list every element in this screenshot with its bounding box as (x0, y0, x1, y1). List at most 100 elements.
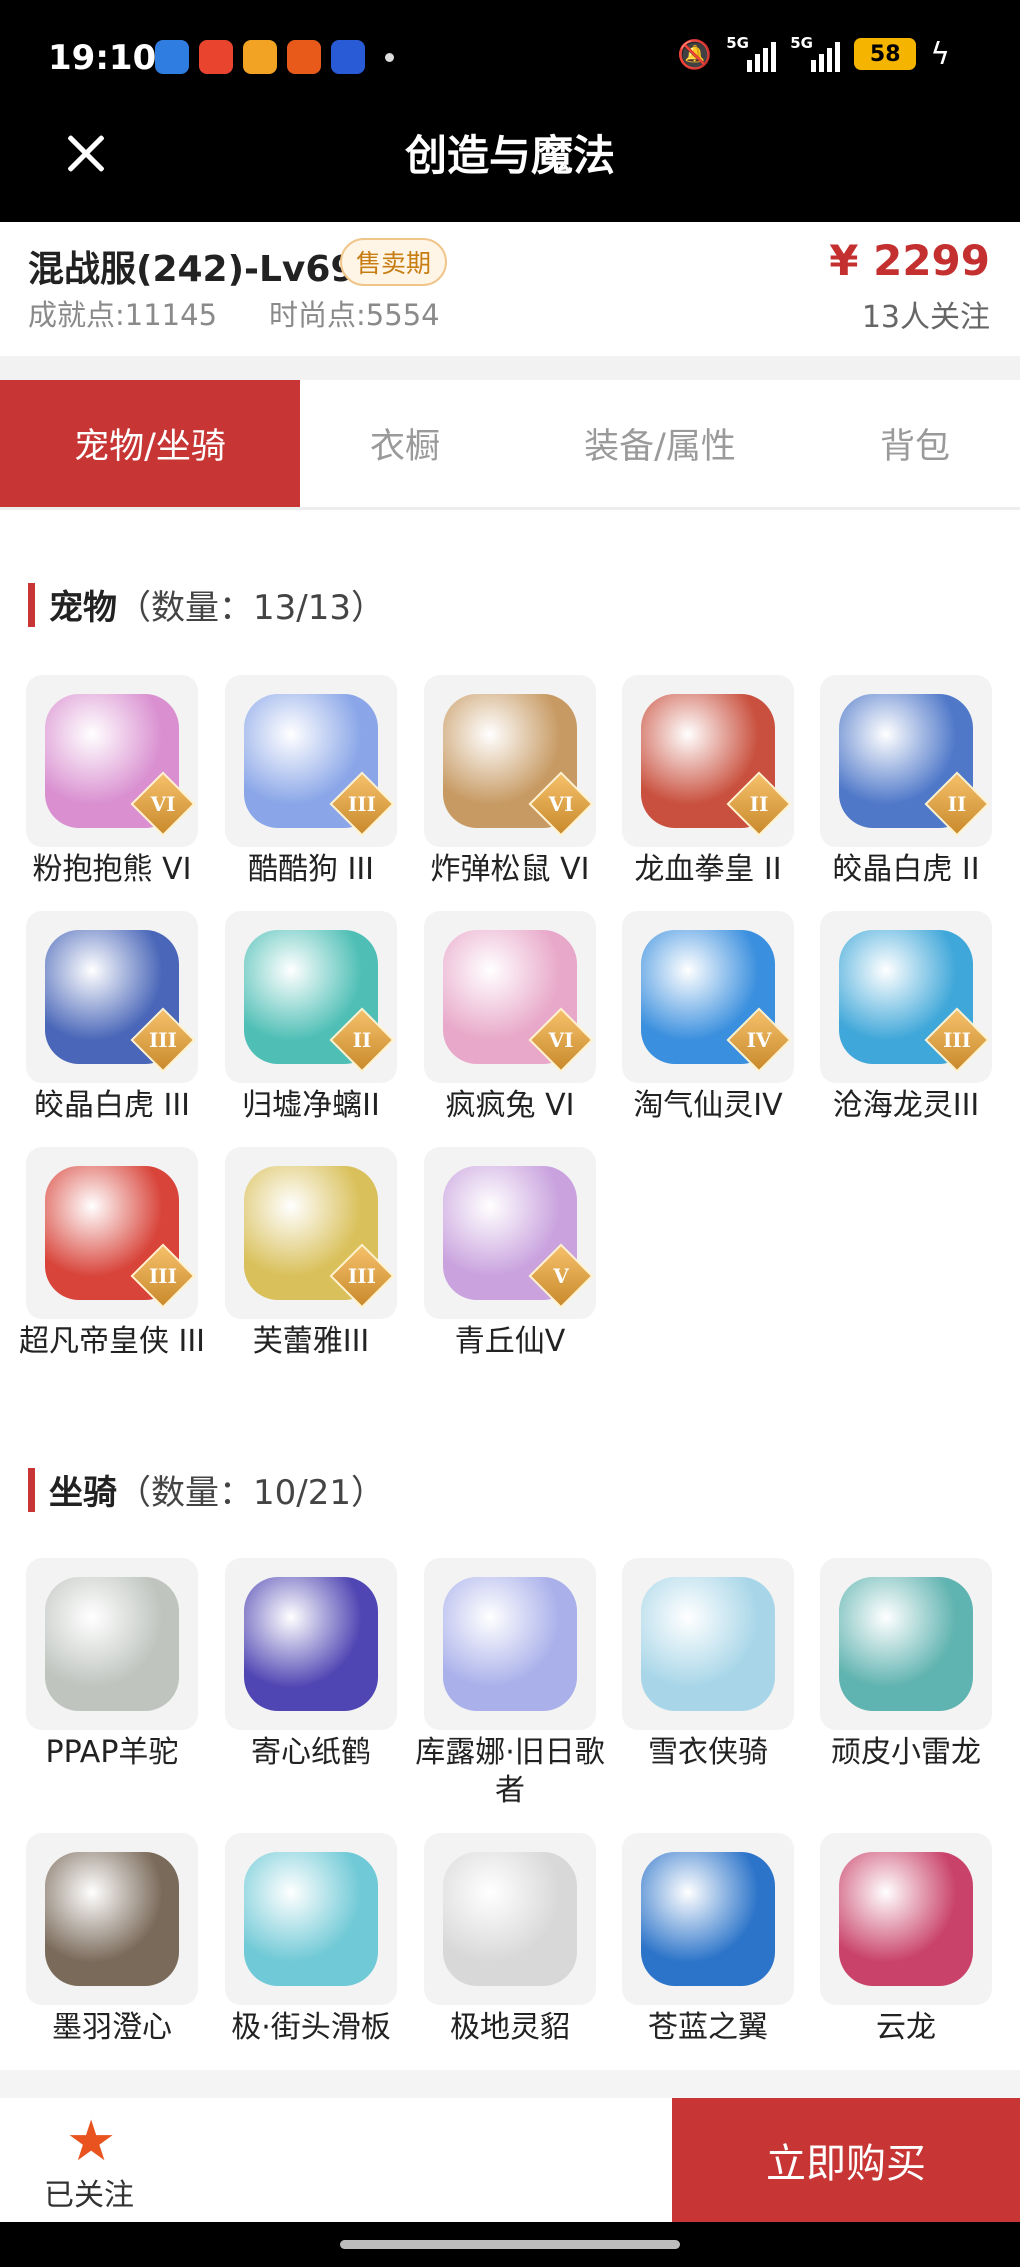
character-art (244, 1577, 378, 1711)
more-notifications-icon (385, 52, 394, 62)
pet-card[interactable]: IV 淘气仙灵IV (622, 911, 794, 1125)
pet-name: 皎晶白虎 III (33, 1088, 191, 1123)
mount-card[interactable]: 苍蓝之翼 (622, 1833, 794, 2047)
pet-card[interactable]: VI 疯疯兔 VI (424, 911, 596, 1125)
mounts-section: 坐骑 （数量：10/21） PPAP羊驼 寄心纸鹤 库露娜·旧日歌者 雪衣侠骑 顽皮小雷… (0, 1395, 1020, 2075)
pet-name: 沧海龙灵III (832, 1088, 980, 1123)
follow-button[interactable]: ★ 已关注 (0, 2098, 672, 2222)
rank-badge-text: II (749, 792, 769, 816)
pet-thumbnail: III (820, 911, 992, 1083)
pet-name: 超凡帝皇侠 III (18, 1324, 206, 1359)
buy-now-button[interactable]: 立即购买 (672, 2098, 1020, 2222)
tab-equipment[interactable]: 装备/属性 (510, 380, 810, 507)
star-icon: ★ (66, 2109, 117, 2174)
mount-thumbnail (26, 1833, 198, 2005)
charging-icon: ϟ (930, 36, 950, 72)
achievement-points: 成就点:11145 (28, 298, 218, 332)
browser-app-icon (331, 40, 365, 74)
mount-name: 云龙 (876, 2010, 936, 2045)
divider (0, 356, 1020, 380)
mount-thumbnail (424, 1558, 596, 1730)
pet-card[interactable]: III 皎晶白虎 III (26, 911, 198, 1125)
pet-name: 酷酷狗 III (247, 852, 375, 887)
rank-badge-text: IV (746, 1028, 772, 1052)
pet-card[interactable]: II 龙血拳皇 II (622, 675, 794, 889)
rank-badge-text: III (347, 792, 377, 816)
character-art (443, 1852, 577, 1986)
mount-card[interactable]: 顽皮小雷龙 (820, 1558, 992, 1772)
pet-card[interactable]: II 皎晶白虎 II (820, 675, 992, 889)
pet-card[interactable]: III 超凡帝皇侠 III (19, 1147, 205, 1361)
section-count: （数量：10/21） (117, 1473, 385, 1513)
mount-card[interactable]: 雪衣侠骑 (622, 1558, 794, 1772)
weibo-app-icon (243, 40, 277, 74)
pets-section: 宠物 （数量：13/13） VI 粉抱抱熊 VI III 酷酷狗 III VI 炸弹松鼠 … (0, 510, 1020, 1410)
status-bar: 19:10 🔕 5G 5G 58 ϟ (0, 0, 1020, 118)
mount-thumbnail (820, 1558, 992, 1730)
mount-card[interactable]: 极·街头滑板 (225, 1833, 397, 2047)
pet-card[interactable]: II 归墟净螭II (225, 911, 397, 1125)
character-art (443, 1577, 577, 1711)
follower-count: 13人关注 (861, 300, 990, 335)
mount-thumbnail (26, 1558, 198, 1730)
section-name: 坐骑 (49, 1473, 117, 1513)
pet-thumbnail: VI (424, 911, 596, 1083)
mount-card[interactable]: 墨羽澄心 (26, 1833, 198, 2047)
character-art (839, 1577, 973, 1711)
mount-card[interactable]: 寄心纸鹤 (225, 1558, 397, 1772)
pet-name: 粉抱抱熊 VI (32, 852, 192, 887)
mount-thumbnail (225, 1833, 397, 2005)
divider (0, 2070, 1020, 2098)
pet-card[interactable]: VI 炸弹松鼠 VI (424, 675, 596, 889)
mount-name: 库露娜·旧日歌者 (415, 1735, 605, 1808)
section-name: 宠物 (49, 588, 117, 628)
network-type-label: 5G (726, 34, 749, 52)
tab-wardrobe[interactable]: 衣橱 (300, 380, 510, 507)
pet-thumbnail: VI (424, 675, 596, 847)
tab-bag[interactable]: 背包 (810, 380, 1020, 507)
mount-thumbnail (622, 1833, 794, 2005)
pet-name: 芙蕾雅III (252, 1324, 370, 1359)
network-type-label-2: 5G (790, 34, 813, 52)
rank-badge-text: VI (548, 792, 574, 816)
rank-badge-text: II (352, 1028, 372, 1052)
tab-bar: 宠物/坐骑 衣橱 装备/属性 背包 (0, 380, 1020, 510)
mount-card[interactable]: 云龙 (820, 1833, 992, 2047)
character-art (839, 1852, 973, 1986)
rank-badge-text: III (942, 1028, 972, 1052)
pet-card[interactable]: III 芙蕾雅III (225, 1147, 397, 1361)
pet-card[interactable]: III 酷酷狗 III (225, 675, 397, 889)
fashion-points: 时尚点:5554 (269, 298, 440, 332)
account-stats: 成就点:11145 时尚点:5554 (28, 292, 440, 334)
character-art (45, 1577, 179, 1711)
rank-badge-text: VI (150, 792, 176, 816)
mount-card[interactable]: 库露娜·旧日歌者 (415, 1558, 605, 1810)
pet-thumbnail: III (225, 675, 397, 847)
tab-pets-mounts[interactable]: 宠物/坐骑 (0, 380, 300, 507)
mute-bell-icon: 🔕 (677, 37, 713, 71)
pet-card[interactable]: VI 粉抱抱熊 VI (26, 675, 198, 889)
rank-badge-text: III (148, 1264, 178, 1288)
mount-card[interactable]: PPAP羊驼 (26, 1558, 198, 1772)
rank-badge-text: III (347, 1264, 377, 1288)
home-indicator[interactable] (0, 2222, 1020, 2267)
mount-card[interactable]: 极地灵貂 (424, 1833, 596, 2047)
rank-badge-text: II (947, 792, 967, 816)
mount-name: 顽皮小雷龙 (831, 1735, 981, 1770)
pet-card[interactable]: III 沧海龙灵III (820, 911, 992, 1125)
page-title: 创造与魔法 (404, 131, 615, 180)
pet-thumbnail: III (26, 1147, 198, 1319)
follow-label: 已关注 (44, 2178, 134, 2213)
pet-name: 疯疯兔 VI (445, 1088, 575, 1123)
pet-name: 淘气仙灵IV (633, 1088, 783, 1123)
pet-thumbnail: II (622, 675, 794, 847)
mount-name: 极地灵貂 (450, 2010, 570, 2045)
price: ¥ 2299 (829, 236, 990, 285)
mount-name: 寄心纸鹤 (251, 1735, 371, 1770)
mount-thumbnail (820, 1833, 992, 2005)
pet-name: 龙血拳皇 II (634, 852, 782, 887)
bottom-action-bar: ★ 已关注 立即购买 (0, 2098, 1020, 2222)
rank-badge-text: VI (548, 1028, 574, 1052)
mount-thumbnail (622, 1558, 794, 1730)
pet-card[interactable]: V 青丘仙V (424, 1147, 596, 1361)
